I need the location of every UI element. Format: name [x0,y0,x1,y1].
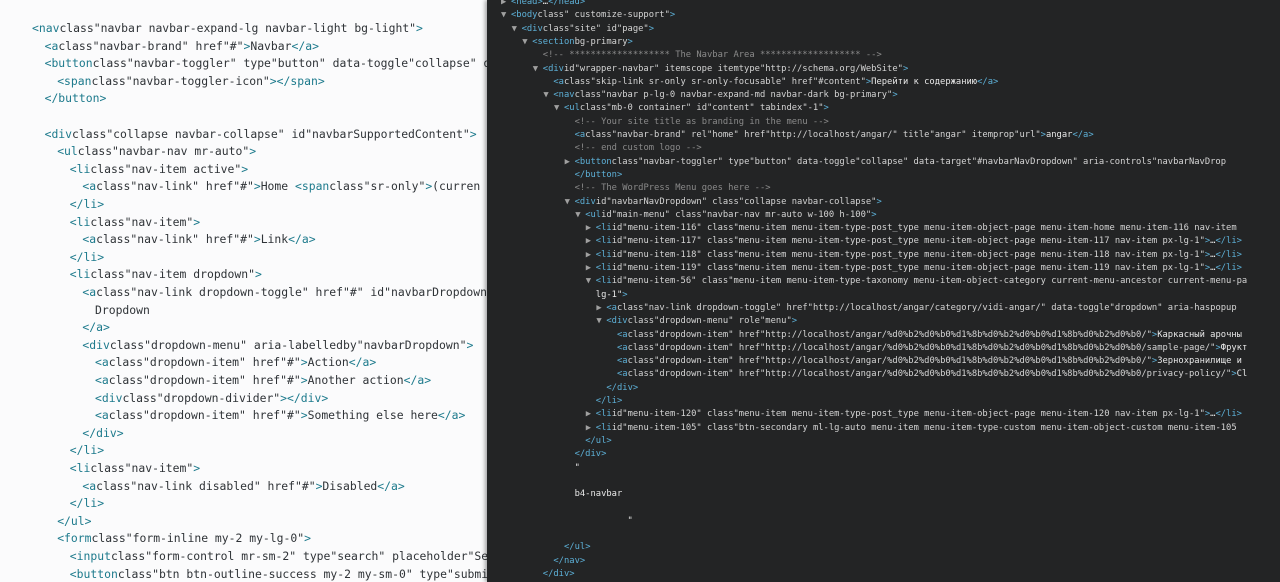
source-code-editor[interactable]: <navclass"navbar navbar-expand-lg navbar… [0,0,487,582]
code-line: <aclass"nav-link disabled" href"#">Disab… [82,478,405,493]
dom-tree-line[interactable]: <!-- end custom logo --> [565,142,702,155]
dom-tree-node[interactable]: ▼ <ulid"main-menu" class"navbar-nav mr-au… [575,209,876,222]
dom-tree-line[interactable] [565,528,575,541]
collapse-arrow-icon[interactable]: ▶ [586,422,596,435]
code-line: <inputclass"form-control mr-sm-2" type"s… [69,549,487,563]
code-line: <aclass"navbar-brand" href"#">Navbar</a> [44,38,319,53]
devtools-elements-panel[interactable]: ▶ <head>…</head> ▼ <bodyclass" customize-su… [487,0,1280,582]
dom-tree-line[interactable]: </nav> [543,555,585,568]
code-line: </button> [44,91,107,106]
code-line: <buttonclass"btn btn-outline-success my-… [69,566,487,581]
dom-tree-node[interactable]: ▶ <liid"menu-item-116" class"menu-item me… [586,222,1237,235]
dom-tree-node[interactable]: ▼ <divclass"dropdown-menu" role"menu"> [596,315,797,328]
dom-tree-line[interactable]: <aclass"dropdown-item" href"http://local… [607,342,1247,355]
code-line: <aclass"nav-link" href"#">Link</a> [82,232,316,247]
dom-tree-line[interactable]: b4-navbar [565,488,623,501]
expand-arrow-icon[interactable]: ▼ [565,196,575,209]
code-line: <divclass"dropdown-divider"></div> [95,390,329,405]
dom-tree-line[interactable]: <!-- The WordPress Menu goes here --> [565,182,771,195]
code-line: <aclass"dropdown-item" href"#">Another a… [95,373,432,387]
dom-tree-line[interactable]: <aclass"dropdown-item" href"http://local… [607,368,1247,381]
dom-tree-line[interactable]: </ul> [575,435,611,448]
dom-tree-line[interactable]: </div> [596,382,638,395]
expand-arrow-icon[interactable]: ▼ [501,9,511,22]
dom-tree-line[interactable]: </button> [565,169,623,182]
collapse-arrow-icon[interactable]: ▶ [501,0,511,9]
dom-tree-node[interactable]: ▼ <divid"navbarNavDropdown" class"collaps… [565,196,882,209]
dom-tree-line[interactable]: lg-1"> [586,289,628,302]
code-line: </li> [69,197,105,211]
dom-tree-node[interactable]: ▼ <ulclass"mb-0 container" id"content" ta… [554,102,829,115]
code-line: <divclass"dropdown-menu" aria-labelledby… [82,337,474,352]
code-line: </ul> [57,513,92,528]
code-line: <ulclass"navbar-nav mr-auto"> [57,144,257,159]
expand-arrow-icon[interactable]: ▼ [596,315,606,328]
dom-tree-node[interactable]: ▶ <liid"menu-item-105" class"btn-secondar… [586,422,1237,435]
dom-tree-line[interactable] [565,475,575,488]
code-line: <formclass"form-inline my-2 my-lg-0"> [57,531,311,546]
code-line: </div> [82,425,124,440]
dom-tree-line[interactable]: </ul> [554,541,590,554]
dom-tree-node[interactable]: ▼ <navclass"navbar p-lg-0 navbar-expand-m… [543,89,897,102]
code-line: <navclass"navbar navbar-expand-lg navbar… [32,21,423,35]
collapse-arrow-icon[interactable]: ▶ [565,156,575,169]
code-line: </a> [82,320,110,335]
dom-tree-node[interactable]: ▶ <liid"menu-item-120" class"menu-item me… [586,408,1242,421]
code-line: <liclass"nav-item"> [69,214,201,229]
code-line: <aclass"nav-link" href"#">Home <spanclas… [82,179,481,194]
dom-tree-line[interactable]: <aclass"navbar-brand" rel"home" href"htt… [565,129,1094,142]
collapse-arrow-icon[interactable]: ▶ [596,302,606,315]
code-line: <spanclass"navbar-toggler-icon"></span> [57,73,325,88]
dom-tree-line[interactable]: <!-- ******************* The Navbar Area… [533,49,882,62]
dom-tree-line[interactable]: <!-- Your site title as branding in the … [565,116,829,129]
dom-tree-line[interactable]: <aclass"skip-link sr-only sr-only-focusa… [543,76,998,89]
code-line: <aclass"nav-link dropdown-toggle" href"#… [82,285,487,299]
code-line: Dropdown [95,302,150,317]
code-line: </li> [69,249,105,264]
dom-tree-line[interactable]: </div> [565,448,607,461]
dom-tree-line[interactable]: " [565,462,580,475]
code-line: <aclass"dropdown-item" href"#">Action</a… [95,355,377,370]
expand-arrow-icon[interactable]: ▼ [575,209,585,222]
collapse-arrow-icon[interactable]: ▶ [586,235,596,248]
code-line: <liclass"nav-item"> [69,461,201,475]
code-line: <liclass"nav-item dropdown"> [69,267,262,282]
dom-tree-node[interactable]: ▶ <liid"menu-item-119" class"menu-item me… [586,262,1242,275]
expand-arrow-icon[interactable]: ▼ [554,102,564,115]
code-line: <liclass"nav-item active"> [69,161,249,176]
code-line: <divclass"collapse navbar-collapse" id"n… [44,126,477,141]
code-line: </li> [69,443,105,458]
expand-arrow-icon[interactable]: ▼ [512,23,522,36]
code-line: <buttonclass"navbar-toggler" type"button… [44,56,487,71]
dom-tree-node[interactable]: ▼ <divclass"site" id"page"> [512,23,654,36]
dom-tree-line[interactable]: </div> [533,568,575,581]
dom-tree-node[interactable]: ▶ <liid"menu-item-118" class"menu-item me… [586,249,1242,262]
dom-tree-line[interactable]: <aclass"dropdown-item" href"http://local… [607,329,1242,342]
code-line: </li> [69,496,105,511]
dom-tree-node[interactable]: ▼ <divid"wrapper-navbar" itemscope itemty… [533,63,908,76]
dom-tree-node[interactable]: ▼ <bodyclass" customize-support"> [501,9,675,22]
dom-tree-node[interactable]: ▶ <liid"menu-item-117" class"menu-item me… [586,235,1242,248]
dom-tree-node[interactable]: ▼ <sectionbg-primary> [522,36,633,49]
expand-arrow-icon[interactable]: ▼ [543,89,553,102]
dom-tree-node[interactable]: ▶ <buttonclass"navbar-toggler" type"butto… [565,156,1226,169]
dom-tree-line[interactable]: <aclass"dropdown-item" href"http://local… [607,355,1242,368]
dom-tree-node[interactable]: ▶ <aclass"nav-link dropdown-toggle" href"… [596,302,1236,315]
collapse-arrow-icon[interactable]: ▶ [586,262,596,275]
collapse-arrow-icon[interactable]: ▶ [586,222,596,235]
collapse-arrow-icon[interactable]: ▶ [586,408,596,421]
dom-tree-line[interactable] [565,501,575,514]
dom-tree-line[interactable]: " [565,515,633,528]
dom-tree-node[interactable]: ▶ <head>…</head> [501,0,585,9]
expand-arrow-icon[interactable]: ▼ [533,63,543,76]
expand-arrow-icon[interactable]: ▼ [522,36,532,49]
code-line: <aclass"dropdown-item" href"#">Something… [95,408,466,423]
expand-arrow-icon[interactable]: ▼ [586,275,596,288]
collapse-arrow-icon[interactable]: ▶ [586,249,596,262]
dom-tree-line[interactable]: </li> [586,395,622,408]
dom-tree-node[interactable]: ▼ <liid"menu-item-56" class"menu-item men… [586,275,1247,288]
